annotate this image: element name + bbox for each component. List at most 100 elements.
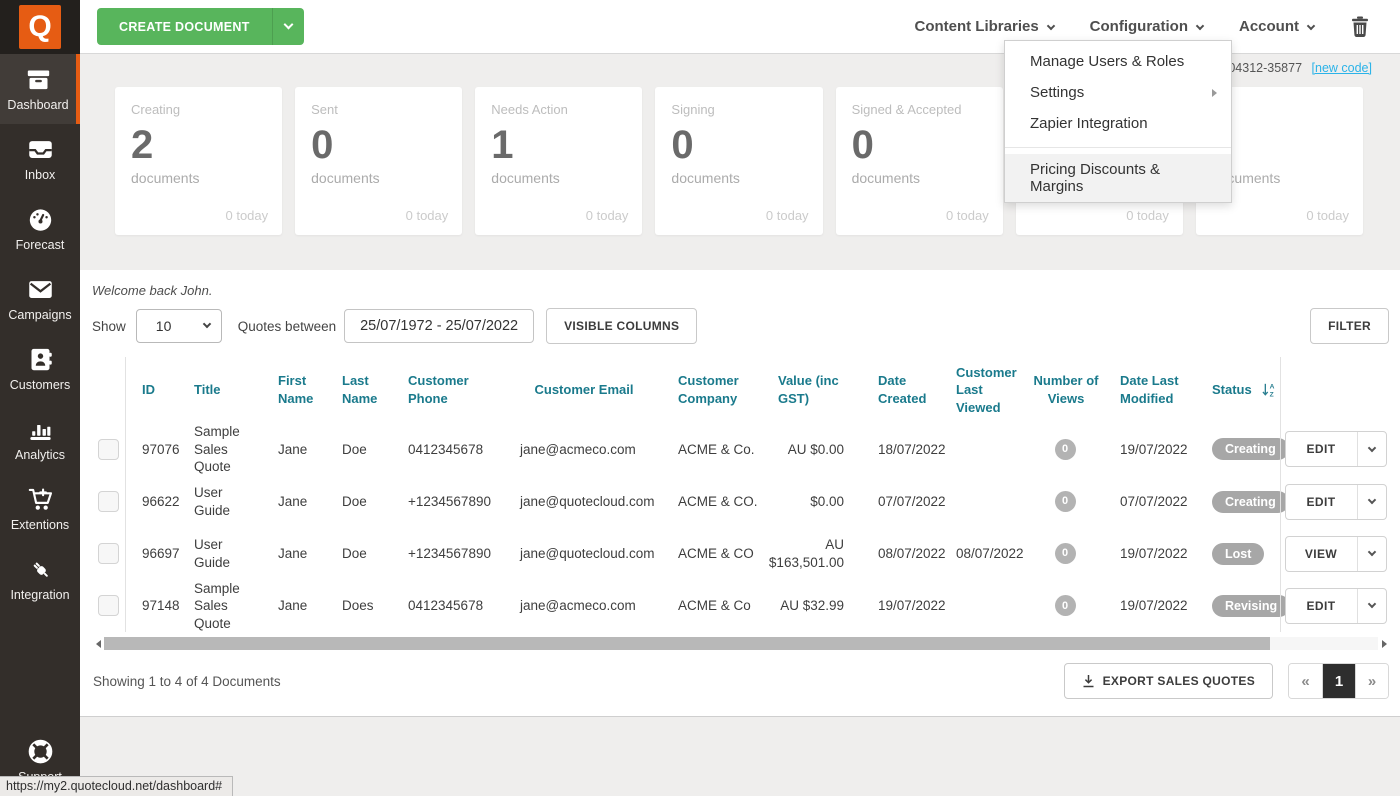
show-label: Show <box>92 318 126 334</box>
col-customer-phone[interactable]: Customer Phone <box>392 372 504 407</box>
cell-action: EDIT <box>1280 475 1390 528</box>
chevron-down-icon[interactable] <box>1356 588 1386 623</box>
date-range-input[interactable] <box>344 309 535 343</box>
menu-item-manage-users-roles[interactable]: Manage Users & Roles <box>1005 46 1231 77</box>
cell-id: 97076 <box>142 441 180 457</box>
stat-card-title: Sent <box>311 102 338 117</box>
stat-card: Signing 0 documents 0 today <box>655 87 823 235</box>
table-row: 97076 Sample Sales Quote Jane Doe 041234… <box>92 423 1390 476</box>
sidebar-item-campaigns[interactable]: Campaigns <box>0 264 80 334</box>
cell-value: AU $32.99 <box>780 598 844 614</box>
row-checkbox[interactable] <box>98 438 119 460</box>
col-title[interactable]: Title <box>178 381 262 399</box>
app-logo[interactable]: Q <box>0 0 80 54</box>
cell-customer-company: ACME & Co <box>678 598 751 614</box>
col-value[interactable]: Value (inc GST) <box>762 372 862 407</box>
cell-customer-phone: +1234567890 <box>408 545 491 561</box>
cell-title: User Guide <box>194 537 231 570</box>
col-date-last-modified[interactable]: Date Last Modified <box>1104 372 1196 407</box>
pagination-current-page[interactable]: 1 <box>1322 664 1355 699</box>
chevron-down-icon[interactable] <box>1356 432 1386 467</box>
menu-item-pricing-discounts-margins[interactable]: Pricing Discounts & Margins <box>1005 154 1231 202</box>
cell-action: EDIT <box>1280 423 1390 476</box>
row-checkbox[interactable] <box>98 491 119 513</box>
cell-title: Sample Sales Quote <box>194 580 240 631</box>
cell-status: Revising <box>1196 594 1291 618</box>
sidebar-item-analytics[interactable]: Analytics <box>0 404 80 474</box>
quotecloud-logo-icon: Q <box>19 5 61 49</box>
trash-icon[interactable] <box>1350 16 1370 38</box>
chevron-down-icon[interactable] <box>1356 484 1386 519</box>
cell-customer-last-viewed: 08/07/2022 <box>956 545 1024 561</box>
horizontal-scrollbar <box>92 637 1390 651</box>
new-code-link[interactable]: [new code] <box>1312 61 1372 75</box>
cart-plus-icon <box>28 488 52 510</box>
quotes-between-label: Quotes between <box>237 318 337 334</box>
scroll-right-arrow[interactable] <box>1378 637 1390 650</box>
sidebar-item-integration[interactable]: Integration <box>0 544 80 614</box>
cell-title: Sample Sales Quote <box>194 424 240 475</box>
col-last-name[interactable]: Last Name <box>326 372 392 407</box>
pagination-prev-button[interactable]: « <box>1289 664 1322 699</box>
views-badge: 0 <box>1054 595 1076 617</box>
stat-card-today: 0 today <box>1306 208 1349 223</box>
col-customer-last-viewed[interactable]: Customer Last Viewed <box>940 364 1026 417</box>
row-checkbox[interactable] <box>98 543 119 565</box>
table-row: 96697 User Guide Jane Doe +1234567890 ja… <box>92 527 1390 580</box>
row-checkbox-cell <box>92 527 126 580</box>
sidebar-item-forecast[interactable]: Forecast <box>0 194 80 264</box>
chevron-down-icon[interactable] <box>271 8 304 45</box>
sidebar-item-extentions[interactable]: Extentions <box>0 474 80 544</box>
archive-box-icon <box>27 70 49 90</box>
cell-date-last-modified: 19/07/2022 <box>1120 441 1188 457</box>
pagination-next-button[interactable]: » <box>1355 664 1388 699</box>
cell-date-last-modified: 07/07/2022 <box>1120 493 1188 509</box>
cell-customer-phone: 0412345678 <box>408 441 484 457</box>
filter-button[interactable]: FILTER <box>1310 308 1389 344</box>
chevron-down-icon[interactable] <box>1356 536 1386 571</box>
nav-content-libraries[interactable]: Content Libraries <box>914 18 1055 35</box>
sort-alpha-icon[interactable]: AZ <box>1262 382 1276 398</box>
scroll-left-arrow[interactable] <box>92 637 104 650</box>
row-action-button[interactable]: EDIT <box>1284 483 1387 520</box>
stat-card-today: 0 today <box>765 208 809 223</box>
col-date-created[interactable]: Date Created <box>862 372 940 407</box>
col-id[interactable]: ID <box>126 381 178 399</box>
row-action-label: VIEW <box>1304 546 1338 561</box>
row-checkbox[interactable] <box>98 595 119 617</box>
col-customer-email[interactable]: Customer Email <box>504 381 662 399</box>
nav-account[interactable]: Account <box>1239 18 1316 35</box>
sidebar-item-customers[interactable]: Customers <box>0 334 80 404</box>
cell-status: Creating <box>1196 490 1289 513</box>
menu-item-zapier-integration[interactable]: Zapier Integration <box>1005 108 1231 139</box>
create-document-button[interactable]: CREATE DOCUMENT <box>97 8 304 45</box>
scrollbar-track[interactable] <box>104 637 1378 651</box>
nav-configuration[interactable]: Configuration <box>1090 18 1205 35</box>
stat-card-today: 0 today <box>946 208 989 223</box>
export-sales-quotes-button[interactable]: EXPORT SALES QUOTES <box>1063 663 1273 700</box>
table-row: 96622 User Guide Jane Doe +1234567890 ja… <box>92 475 1390 528</box>
row-checkbox-cell <box>92 423 126 476</box>
menu-item-settings[interactable]: Settings <box>1005 77 1231 108</box>
show-select[interactable]: 10 <box>135 309 222 343</box>
chevron-down-icon <box>202 319 212 329</box>
row-checkbox-cell <box>92 579 126 633</box>
col-number-of-views[interactable]: Number of Views <box>1026 372 1104 407</box>
col-first-name[interactable]: First Name <box>262 372 326 407</box>
col-status[interactable]: Status AZ <box>1196 381 1280 399</box>
stat-card-unit: documents <box>671 170 740 186</box>
col-customer-company[interactable]: Customer Company <box>662 372 762 407</box>
row-action-label: EDIT <box>1306 442 1336 457</box>
row-action-button[interactable]: EDIT <box>1284 587 1387 624</box>
sidebar-item-label: Analytics <box>14 448 66 462</box>
sidebar-item-dashboard[interactable]: Dashboard <box>0 54 80 124</box>
sidebar-item-label: Customers <box>9 378 71 392</box>
visible-columns-button[interactable]: VISIBLE COLUMNS <box>546 308 698 344</box>
cell-status: Creating <box>1196 438 1289 461</box>
sidebar-item-inbox[interactable]: Inbox <box>0 124 80 194</box>
cell-first-name: Jane <box>278 441 308 457</box>
scrollbar-thumb[interactable] <box>104 637 1270 651</box>
row-action-button[interactable]: VIEW <box>1284 535 1387 572</box>
row-action-button[interactable]: EDIT <box>1284 431 1387 468</box>
cell-last-name: Does <box>342 598 374 614</box>
